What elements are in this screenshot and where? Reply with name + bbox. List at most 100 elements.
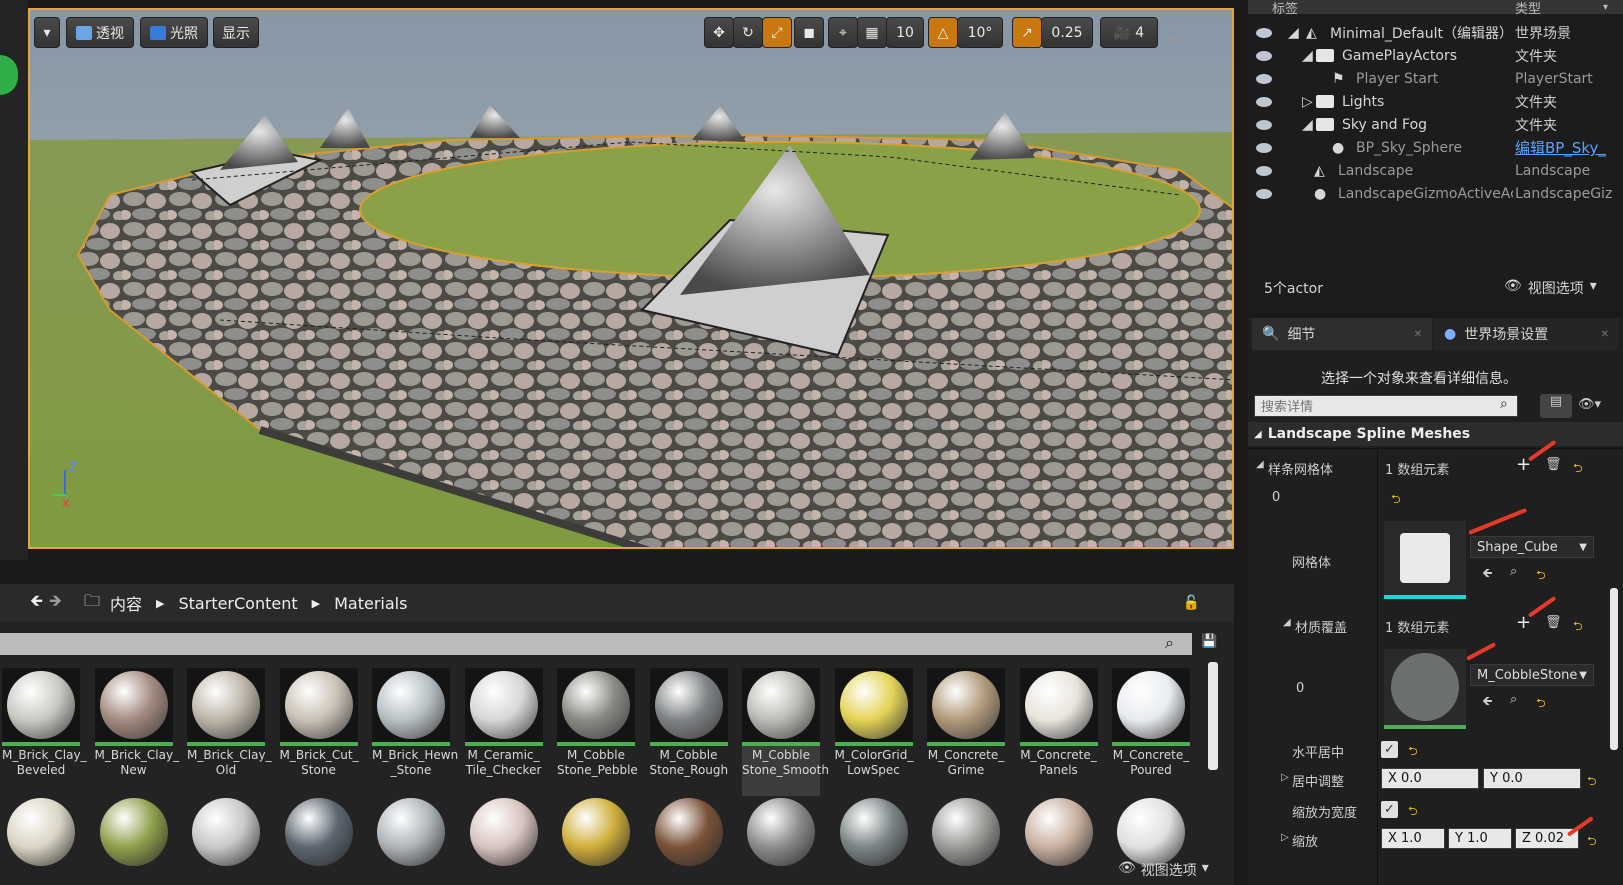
- asset-tile[interactable]: [654, 798, 723, 866]
- visibility-eye-icon[interactable]: [1256, 27, 1272, 38]
- outliner-row[interactable]: ◢ GamePlayActors 文件夹: [1248, 44, 1623, 67]
- tree-expand-icon[interactable]: ◢: [1302, 48, 1313, 64]
- asset-tile[interactable]: [192, 798, 260, 866]
- reset-icon[interactable]: ⮌: [1573, 617, 1583, 638]
- trash-icon[interactable]: 🗑: [1545, 615, 1562, 630]
- browse-icon[interactable]: ⌕: [1510, 692, 1517, 707]
- cb-view-options-button[interactable]: 👁 视图选项 ▾: [1118, 860, 1209, 880]
- visibility-eye-icon[interactable]: [1256, 119, 1272, 130]
- asset-tile[interactable]: M_Cobble Stone_Pebble: [557, 668, 638, 796]
- breadcrumb-materials[interactable]: Materials: [334, 594, 407, 613]
- reset-icon[interactable]: ⮌: [1587, 832, 1597, 853]
- coordinate-space-button[interactable]: ◼: [794, 17, 824, 48]
- asset-tile[interactable]: M_Brick_Cut_ Stone: [279, 668, 359, 796]
- asset-thumbnail[interactable]: [1019, 668, 1098, 746]
- reset-icon[interactable]: ⮌: [1587, 772, 1597, 793]
- outliner-row[interactable]: ◢ ◭ Minimal_Default（编辑器） 世界场景: [1248, 21, 1623, 44]
- outliner-row[interactable]: ● LandscapeGizmoActiveAc LandscapeGiz: [1248, 182, 1623, 205]
- details-scrollbar[interactable]: [1610, 588, 1618, 750]
- mesh-thumbnail[interactable]: [1384, 521, 1466, 599]
- tab-details[interactable]: 🔍 细节 ✕: [1252, 318, 1432, 350]
- edit-blueprint-link[interactable]: 编辑BP_Sky_: [1515, 137, 1606, 158]
- breadcrumb-starter-content[interactable]: StarterContent: [179, 594, 298, 613]
- asset-tile[interactable]: [562, 798, 630, 866]
- reset-icon[interactable]: ⮌: [1391, 490, 1401, 511]
- asset-tile[interactable]: M_Cobble Stone_Smooth: [742, 668, 829, 796]
- viewport-options-button[interactable]: ▾: [34, 17, 60, 48]
- visibility-eye-icon[interactable]: [1256, 96, 1272, 107]
- lock-icon[interactable]: 🔓: [1183, 595, 1200, 611]
- scale-snap-button[interactable]: ↗: [1012, 17, 1042, 48]
- asset-thumbnail[interactable]: [94, 668, 173, 746]
- center-adjust-y-field[interactable]: Y 0.0: [1483, 768, 1581, 789]
- surface-snap-button[interactable]: ⌖: [828, 17, 858, 48]
- reset-icon[interactable]: ⮌: [1408, 802, 1418, 823]
- show-button[interactable]: 显示: [213, 17, 259, 48]
- asset-thumbnail[interactable]: [2, 668, 80, 746]
- asset-tile[interactable]: [377, 798, 445, 866]
- tree-expand-icon[interactable]: ◢: [1288, 25, 1299, 41]
- scale-y-field[interactable]: Y 1.0: [1448, 828, 1512, 849]
- asset-tile[interactable]: [469, 798, 538, 866]
- asset-thumbnail[interactable]: [279, 668, 358, 746]
- grid-snap-button[interactable]: ▦: [857, 17, 887, 48]
- asset-tile[interactable]: M_Concrete_ Grime: [927, 668, 1005, 796]
- column-type[interactable]: 类型: [1515, 0, 1541, 17]
- tree-expand-icon[interactable]: ◢: [1302, 117, 1313, 133]
- level-viewport[interactable]: ▾ 透视 光照 显示 ✥ ↻ ⤢ ◼ ⌖ ▦ 10 △ 10° ↗ 0.25 🎥…: [28, 8, 1234, 549]
- search-icon[interactable]: ⌕: [1500, 396, 1508, 412]
- asset-tile[interactable]: M_Ceramic_ Tile_Checker: [464, 668, 543, 796]
- asset-tile[interactable]: M_Brick_Clay_ Old: [187, 668, 272, 796]
- asset-thumbnail[interactable]: [372, 668, 450, 746]
- material-thumbnail[interactable]: [1384, 649, 1466, 729]
- use-selected-arrow-icon[interactable]: 🡸: [1482, 564, 1493, 586]
- scale-to-width-checkbox[interactable]: ✓: [1381, 801, 1398, 818]
- camera-speed-button[interactable]: 🎥 4: [1100, 17, 1158, 48]
- asset-thumbnail[interactable]: [557, 668, 635, 746]
- center-adjust-x-field[interactable]: X 0.0: [1381, 768, 1479, 789]
- reset-icon[interactable]: ⮌: [1536, 566, 1546, 587]
- asset-thumbnail[interactable]: [649, 668, 728, 746]
- mesh-asset-dropdown[interactable]: Shape_Cube ▼: [1470, 536, 1594, 558]
- lit-mode-button[interactable]: 光照: [140, 17, 208, 48]
- scale-snap-dropdown[interactable]: 0.25: [1041, 17, 1093, 48]
- tree-collapsed-icon[interactable]: ▷: [1302, 94, 1313, 110]
- expand-icon[interactable]: ▷: [1281, 832, 1289, 843]
- outliner-view-options-button[interactable]: 👁 视图选项 ▾: [1504, 278, 1597, 298]
- expand-icon[interactable]: ◢: [1256, 459, 1264, 470]
- visibility-filter-icon[interactable]: 👁▾: [1578, 397, 1601, 412]
- outliner-row[interactable]: ● BP_Sky_Sphere 编辑BP_Sky_: [1248, 136, 1623, 159]
- save-search-icon[interactable]: 💾: [1201, 634, 1217, 649]
- reset-icon[interactable]: ⮌: [1573, 459, 1583, 480]
- forward-arrow-icon[interactable]: 🡺: [49, 590, 62, 617]
- rotation-snap-button[interactable]: △: [928, 17, 958, 48]
- tab-world-settings[interactable]: ● 世界场景设置 ✕: [1434, 318, 1619, 350]
- scale-x-field[interactable]: X 1.0: [1381, 828, 1445, 849]
- reset-icon[interactable]: ⮌: [1536, 694, 1546, 715]
- translate-tool-button[interactable]: ✥: [704, 17, 734, 48]
- rotation-snap-dropdown[interactable]: 10°: [957, 17, 1003, 48]
- visibility-eye-icon[interactable]: [1256, 73, 1272, 84]
- asset-scrollbar[interactable]: [1208, 662, 1218, 770]
- grid-size-dropdown[interactable]: 10: [886, 17, 924, 48]
- trash-icon[interactable]: 🗑: [1545, 457, 1562, 472]
- asset-thumbnail[interactable]: [927, 668, 1005, 746]
- asset-thumbnail[interactable]: [187, 668, 265, 746]
- asset-tile[interactable]: [1024, 798, 1093, 866]
- column-dropdown-icon[interactable]: ▾: [1603, 2, 1608, 13]
- asset-tile[interactable]: M_Brick_Clay_ New: [94, 668, 179, 796]
- asset-tile[interactable]: [932, 798, 1000, 866]
- asset-tile[interactable]: [7, 798, 75, 866]
- asset-tile[interactable]: M_Brick_Clay_ Beveled: [2, 668, 87, 796]
- close-tab-icon[interactable]: ✕: [1414, 329, 1422, 340]
- asset-tile[interactable]: M_Concrete_ Panels: [1019, 668, 1098, 796]
- rotate-tool-button[interactable]: ↻: [733, 17, 763, 48]
- asset-tile[interactable]: M_Brick_Hewn _Stone: [372, 668, 458, 796]
- asset-tile[interactable]: [1117, 798, 1185, 866]
- asset-search-input[interactable]: [0, 633, 1192, 655]
- outliner-row[interactable]: ⚑ Player Start PlayerStart: [1248, 67, 1623, 90]
- visibility-eye-icon[interactable]: [1256, 142, 1272, 153]
- reset-icon[interactable]: ⮌: [1408, 742, 1418, 763]
- use-selected-arrow-icon[interactable]: 🡸: [1482, 692, 1493, 714]
- asset-thumbnail[interactable]: [742, 668, 820, 746]
